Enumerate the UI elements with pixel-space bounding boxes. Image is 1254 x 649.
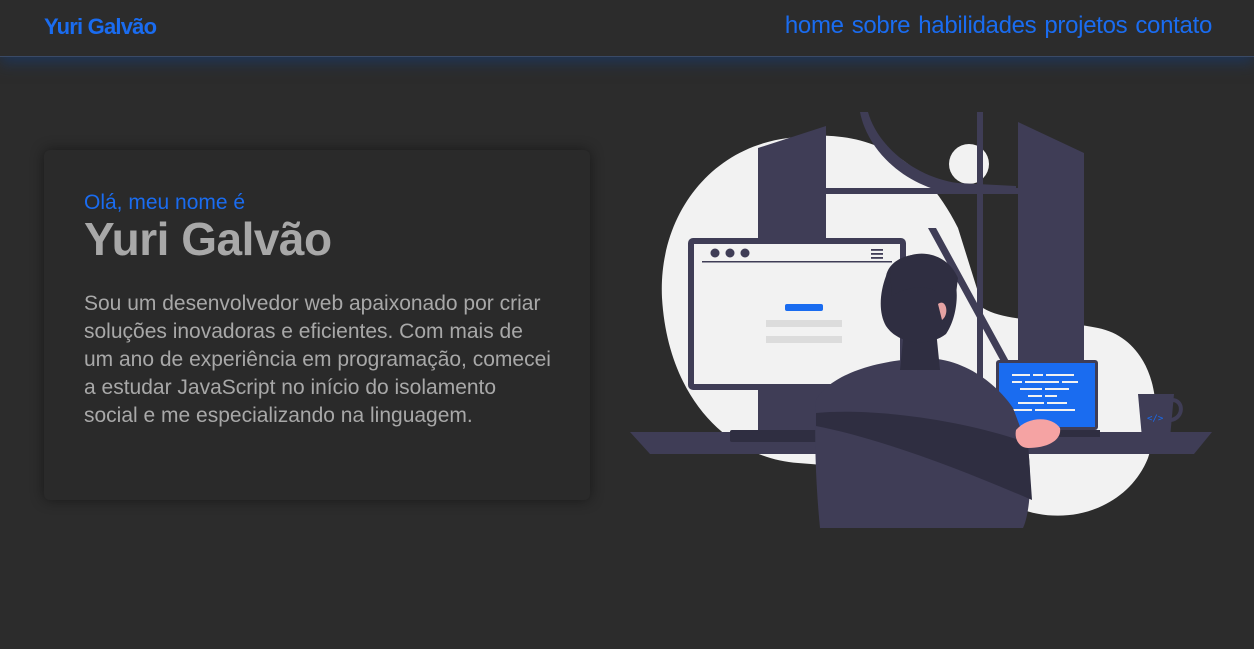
screen-blue-bar <box>785 304 823 311</box>
main-nav: home sobre habilidades projetos contato <box>785 12 1212 40</box>
nav-link-home[interactable]: home <box>785 12 844 40</box>
bio-paragraph: Sou um desenvolvedor web apaixonado por … <box>84 292 551 427</box>
hero-name: Yuri Galvão <box>84 213 332 265</box>
browser-dot-2 <box>725 248 735 258</box>
top-navbar: Yuri Galvão home sobre habilidades proje… <box>0 0 1254 57</box>
nav-link-sobre[interactable]: sobre <box>852 12 911 40</box>
screen-gray-line-1 <box>766 320 842 327</box>
nav-link-contato[interactable]: contato <box>1135 12 1212 40</box>
nav-link-projetos[interactable]: projetos <box>1044 12 1127 40</box>
monitor-screen <box>694 244 900 384</box>
browser-dot-3 <box>740 248 750 258</box>
browser-divider <box>702 261 892 263</box>
window-bar-horizontal <box>826 188 1018 194</box>
hamburger-line-1 <box>871 249 883 251</box>
brand-logo-link[interactable]: Yuri Galvão <box>44 14 157 40</box>
hamburger-line-2 <box>871 253 883 255</box>
window-bar-vertical <box>977 112 983 382</box>
browser-dot-1 <box>710 248 720 258</box>
hamburger-line-3 <box>871 257 883 259</box>
mug-code-icon: </> <box>1147 414 1164 424</box>
developer-illustration: </> <box>630 112 1212 528</box>
intro-card: Olá, meu nome é Yuri Galvão Sou um desen… <box>44 150 590 500</box>
nav-link-habilidades[interactable]: habilidades <box>918 12 1036 40</box>
screen-gray-line-2 <box>766 336 842 343</box>
